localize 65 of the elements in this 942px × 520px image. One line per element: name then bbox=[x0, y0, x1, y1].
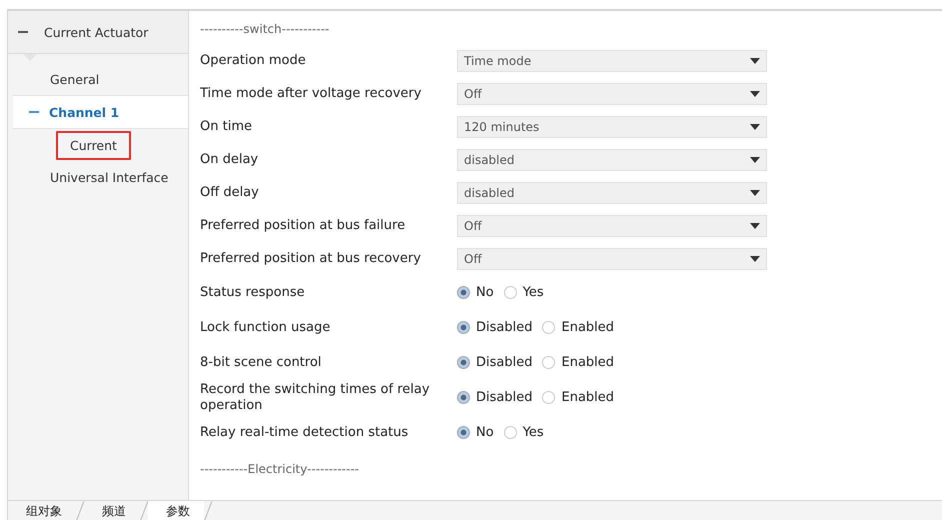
tree-item[interactable]: General bbox=[8, 63, 188, 95]
dropdown[interactable]: Off bbox=[457, 214, 767, 236]
section-heading: ----------switch----------- bbox=[200, 22, 330, 38]
dropdown[interactable]: disabled bbox=[457, 182, 767, 204]
dropdown[interactable]: disabled bbox=[457, 148, 767, 170]
item-label: General bbox=[50, 72, 100, 86]
radio-button[interactable] bbox=[504, 286, 517, 299]
dropdown[interactable]: 120 minutes bbox=[457, 116, 767, 138]
radio-button[interactable] bbox=[542, 321, 556, 334]
tab[interactable]: 频道 bbox=[84, 501, 140, 520]
item-label: Universal Interface bbox=[50, 170, 168, 184]
parameter-label: Preferred position at bus recovery bbox=[200, 250, 422, 266]
radio-button[interactable] bbox=[542, 391, 556, 404]
tree-item[interactable]: Channel 1 bbox=[13, 95, 188, 129]
radio-button[interactable] bbox=[542, 356, 556, 369]
item-label: Channel 1 bbox=[49, 104, 120, 120]
caret-icon bbox=[750, 58, 760, 64]
tree-item[interactable]: Universal Interface bbox=[8, 161, 188, 193]
parameter-label: 8-bit scene control bbox=[200, 354, 322, 370]
radio-button[interactable] bbox=[504, 426, 517, 439]
radio-option[interactable]: Disabled bbox=[457, 355, 532, 370]
section-heading: -----------Electricity------------ bbox=[200, 462, 360, 478]
radio-option[interactable]: Disabled bbox=[457, 320, 532, 335]
tab-separator bbox=[76, 501, 84, 520]
parameter-label: On time bbox=[200, 118, 253, 134]
radio-button[interactable] bbox=[457, 356, 470, 369]
parameter-label: Off delay bbox=[200, 184, 260, 200]
radio-option[interactable]: Yes bbox=[504, 425, 544, 440]
radio-option[interactable]: Disabled bbox=[457, 390, 532, 405]
tab[interactable]: 参数 bbox=[148, 501, 204, 520]
radio-option[interactable]: Yes bbox=[504, 285, 544, 300]
tree-header[interactable]: Current Actuator bbox=[8, 11, 188, 54]
radio-option[interactable]: No bbox=[457, 285, 494, 300]
dropdown[interactable]: Time mode bbox=[457, 50, 767, 72]
dropdown[interactable]: Off bbox=[457, 82, 767, 104]
caret-icon bbox=[750, 222, 760, 228]
radio-option[interactable]: Enabled bbox=[542, 390, 614, 405]
caret-icon bbox=[750, 256, 760, 262]
parameter-label: Preferred position at bus failure bbox=[200, 218, 406, 234]
radio-button[interactable] bbox=[457, 391, 470, 404]
tab-separator bbox=[140, 501, 148, 520]
radio-option[interactable]: No bbox=[457, 425, 494, 440]
pointer-notch bbox=[23, 54, 37, 61]
parameter-label: Time mode after voltage recovery bbox=[200, 86, 422, 102]
caret-icon bbox=[750, 124, 760, 130]
radio-button[interactable] bbox=[457, 321, 470, 334]
tree-item[interactable]: Current bbox=[8, 129, 188, 161]
dropdown[interactable]: Off bbox=[457, 248, 767, 270]
radio-button[interactable] bbox=[457, 426, 470, 439]
parameter-label: Relay real-time detection status bbox=[200, 424, 410, 440]
tab[interactable]: 组对象 bbox=[8, 501, 76, 520]
caret-icon bbox=[750, 190, 760, 196]
highlight-frame: Current bbox=[56, 130, 131, 160]
parameter-label: Status response bbox=[200, 284, 306, 300]
header-label: Current Actuator bbox=[44, 24, 148, 40]
tab-separator bbox=[204, 501, 212, 520]
radio-option[interactable]: Enabled bbox=[542, 320, 614, 335]
radio-button[interactable] bbox=[457, 286, 470, 299]
caret-icon bbox=[750, 90, 760, 96]
radio-option[interactable]: Enabled bbox=[542, 355, 614, 370]
parameter-label: Lock function usage bbox=[200, 320, 332, 336]
parameter-label: On delay bbox=[200, 152, 260, 168]
caret-icon bbox=[750, 156, 760, 162]
parameter-label: Operation mode bbox=[200, 52, 307, 68]
parameter-label: Record the switching times of relay operation bbox=[200, 382, 431, 414]
